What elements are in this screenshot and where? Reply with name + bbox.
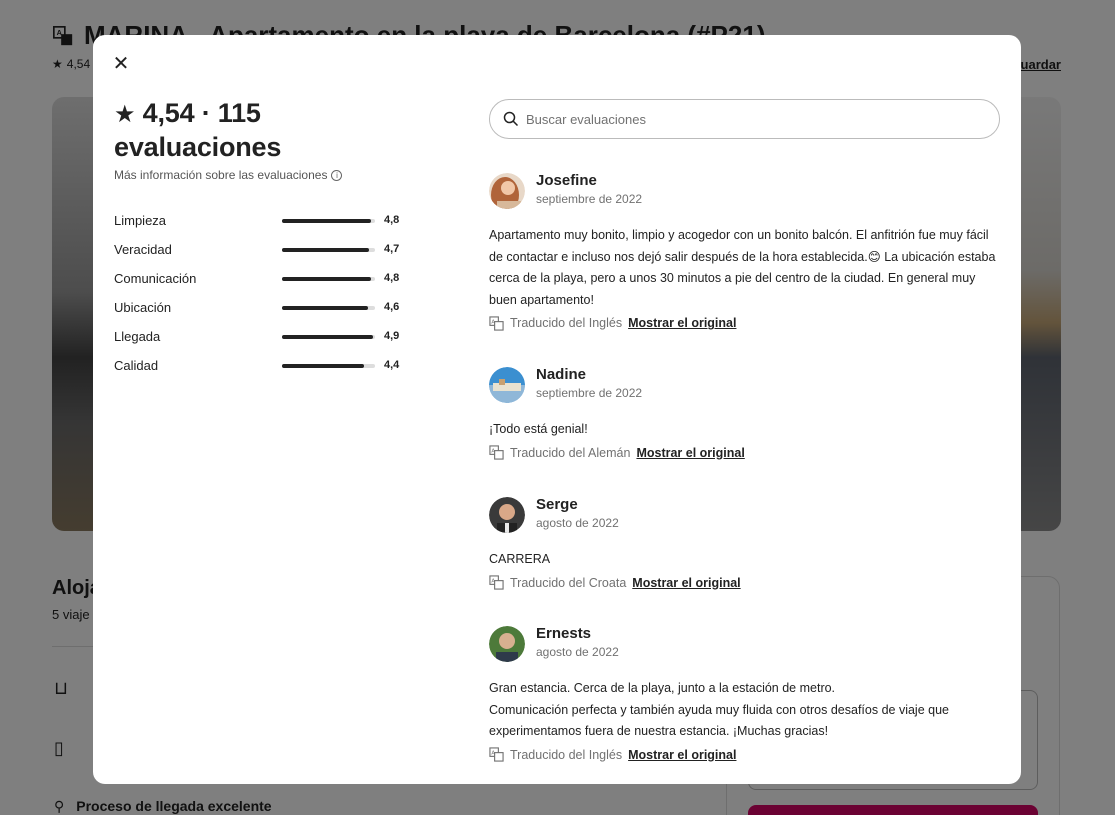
svg-text:A: A <box>491 319 495 325</box>
close-icon[interactable]: ✕ <box>109 52 133 76</box>
avatar[interactable] <box>489 173 525 209</box>
category-row-ubicacion: Ubicación 4,6 <box>114 300 400 315</box>
translation-note: A Traducido del Alemán Mostrar el origin… <box>489 443 1001 463</box>
translate-icon: A <box>489 316 504 331</box>
reviewer-name: Serge <box>536 496 578 513</box>
review-date: septiembre de 2022 <box>536 192 643 206</box>
rating-bar <box>282 335 375 339</box>
review-item: Serge agosto de 2022 CARRERA A Traducido… <box>489 496 1001 593</box>
review-text: Apartamento muy bonito, limpio y acogedo… <box>489 228 996 307</box>
review-text: Gran estancia. Cerca de la playa, junto … <box>489 681 949 739</box>
rating-bar <box>282 306 375 310</box>
review-date: agosto de 2022 <box>536 516 619 530</box>
review-text: ¡Todo está genial! <box>489 422 588 436</box>
review-item: Josefine septiembre de 2022 Apartamento … <box>489 172 1001 333</box>
rating-bar <box>282 277 375 281</box>
translate-icon: A <box>489 445 504 460</box>
search-box[interactable] <box>489 99 1000 139</box>
review-date: agosto de 2022 <box>536 645 619 659</box>
category-row-limpieza: Limpieza 4,8 <box>114 213 400 228</box>
review-item: Nadine septiembre de 2022 ¡Todo está gen… <box>489 366 1001 463</box>
svg-text:A: A <box>491 449 495 455</box>
avatar[interactable] <box>489 626 525 662</box>
show-original-link[interactable]: Mostrar el original <box>632 576 740 590</box>
translate-icon: A <box>489 747 504 762</box>
translation-note: A Traducido del Inglés Mostrar el origin… <box>489 313 1001 333</box>
reviewer-name: Ernests <box>536 625 592 642</box>
reviewer-name: Nadine <box>536 366 587 383</box>
reviewer-name: Josefine <box>536 172 597 189</box>
avatar[interactable] <box>489 497 525 533</box>
review-item: Ernests agosto de 2022 Gran estancia. Ce… <box>489 625 1001 765</box>
rating-bar <box>282 364 375 368</box>
category-row-veracidad: Veracidad 4,7 <box>114 242 400 257</box>
translation-note: A Traducido del Croata Mostrar el origin… <box>489 573 1001 593</box>
translate-icon: A <box>489 575 504 590</box>
category-ratings: Limpieza 4,8 Veracidad 4,7 Comunicación … <box>114 213 414 387</box>
rating-bar <box>282 219 375 223</box>
avatar[interactable] <box>489 367 525 403</box>
more-info-link[interactable]: Más información sobre las evaluaciones i <box>114 168 414 182</box>
rating-heading: ★ 4,54 · 115 evaluaciones <box>114 98 282 162</box>
review-date: septiembre de 2022 <box>536 386 643 400</box>
reviews-panel: Josefine septiembre de 2022 Apartamento … <box>489 99 1001 762</box>
search-icon <box>503 111 519 127</box>
review-text: CARRERA <box>489 552 551 566</box>
info-icon[interactable]: i <box>331 169 343 181</box>
rating-summary: ★ 4,54 · 115 evaluaciones Más informació… <box>114 97 414 387</box>
svg-text:A: A <box>491 579 495 585</box>
category-row-comunicacion: Comunicación 4,8 <box>114 271 400 286</box>
search-input[interactable] <box>526 109 986 129</box>
show-original-link[interactable]: Mostrar el original <box>636 446 744 460</box>
category-row-llegada: Llegada 4,9 <box>114 329 400 344</box>
svg-text:A: A <box>491 751 495 757</box>
category-row-calidad: Calidad 4,4 <box>114 358 400 373</box>
show-original-link[interactable]: Mostrar el original <box>628 748 736 762</box>
reviews-modal: ✕ ★ 4,54 · 115 evaluaciones Más informac… <box>93 35 1021 784</box>
rating-bar <box>282 248 375 252</box>
show-original-link[interactable]: Mostrar el original <box>628 316 736 330</box>
star-icon: ★ <box>114 101 136 128</box>
translation-note: A Traducido del Inglés Mostrar el origin… <box>489 745 1001 765</box>
